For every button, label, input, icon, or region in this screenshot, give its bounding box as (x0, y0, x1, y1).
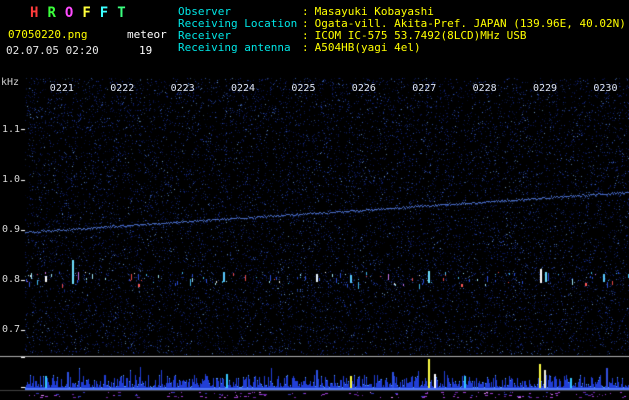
logo-letter: O (64, 5, 74, 21)
info-colon: : (302, 41, 309, 54)
output-filename: 07050220.png (8, 28, 88, 41)
time-tick-label: 0227 (412, 83, 437, 94)
freq-tick-label: 1.0 (1, 174, 20, 185)
logo-letter: F (99, 5, 109, 21)
time-tick-label: 0226 (351, 83, 376, 94)
info-value: A504HB(yagi 4el) (314, 41, 421, 54)
time-tick-label: 0221 (49, 83, 74, 94)
time-tick-label: 0223 (170, 83, 195, 94)
logo-letter: R (47, 5, 56, 21)
spectrogram-canvas (0, 0, 629, 400)
logo-letter: F (82, 5, 91, 21)
freq-unit-label: kHz (1, 77, 20, 88)
time-tick-label: 0229 (532, 83, 558, 94)
time-tick-label: 0222 (110, 83, 135, 94)
observation-datetime: 02.07.05 02:20 (6, 44, 99, 57)
hrofft-logo: HROFFT (30, 5, 135, 21)
time-tick-label: 0224 (230, 83, 256, 94)
freq-tick-label: 0.7 (1, 324, 20, 335)
header-info-row: Receiving antenna: A504HB(yagi 4el) (178, 42, 626, 54)
time-tick-label: 0225 (291, 83, 316, 94)
logo-letter: H (30, 5, 39, 21)
info-label: Receiving antenna (178, 41, 291, 54)
header-info: Observer: Masayuki Kobayashi Receiving Loc… (178, 6, 626, 54)
freq-tick-label: 0.9 (1, 224, 20, 235)
time-tick-label: 0228 (472, 83, 497, 94)
time-tick-label: 0230 (593, 83, 618, 94)
hrofft-app-window: HROFFT 07050220.png meteor 02.07.05 02:2… (0, 0, 629, 400)
meteor-count: 19 (139, 44, 153, 57)
freq-tick-label: 1.1 (1, 124, 20, 135)
freq-tick-label: 0.8 (1, 274, 20, 285)
mode-label: meteor (127, 28, 167, 41)
logo-letter: T (117, 5, 126, 21)
